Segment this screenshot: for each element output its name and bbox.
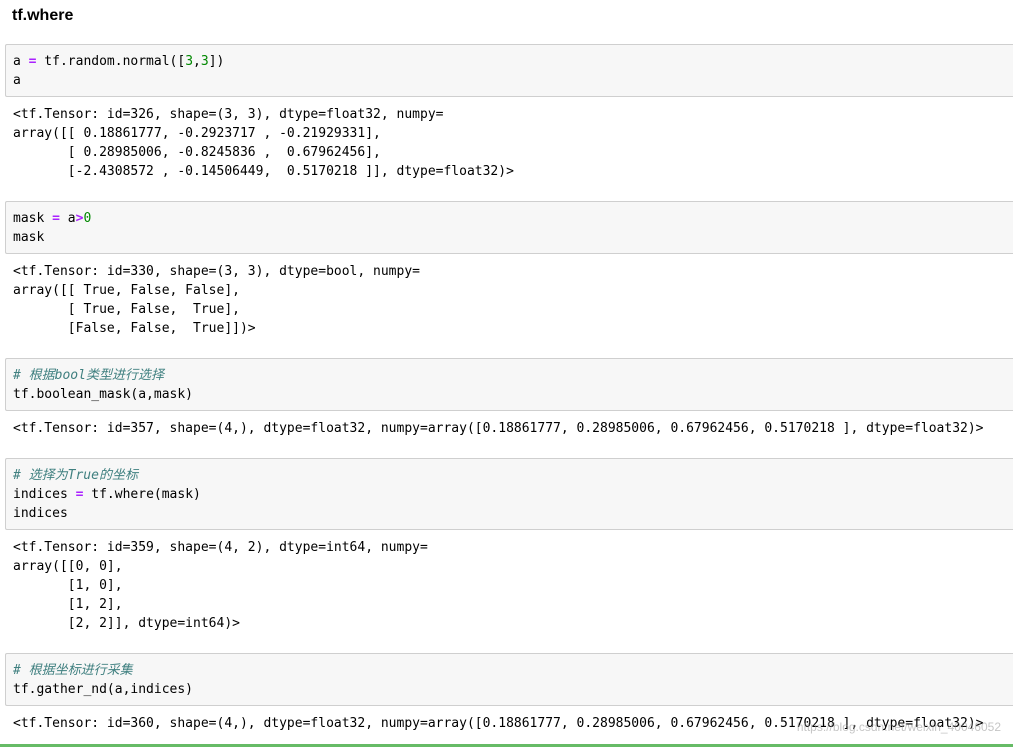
output-line: array([[ 0.18861777, -0.2923717 , -0.219… <box>13 126 381 141</box>
output-line: [-2.4308572 , -0.14506449, 0.5170218 ]],… <box>13 164 514 179</box>
output-line: [2, 2]], dtype=int64)> <box>13 616 240 631</box>
code-token: 0 <box>83 211 92 226</box>
code-token: # 选择为True的坐标 <box>13 468 138 483</box>
output-line: [False, False, True]])> <box>13 321 256 336</box>
code-cell-input[interactable]: # 根据坐标进行采集 tf.gather_nd(a,indices) <box>5 653 1013 706</box>
code-token: 3 <box>200 54 209 69</box>
code-source[interactable]: a = tf.random.normal([3,3]) a <box>6 45 1013 90</box>
code-line: indices <box>13 504 1013 523</box>
code-token: tf.where(mask) <box>83 487 201 502</box>
cell-output: <tf.Tensor: id=326, shape=(3, 3), dtype=… <box>5 105 1013 185</box>
code-line: # 根据坐标进行采集 <box>13 661 1013 680</box>
output-line: [1, 2], <box>13 597 123 612</box>
code-token: tf.random.normal([ <box>36 54 186 69</box>
code-token: = <box>52 211 60 226</box>
output-line: <tf.Tensor: id=359, shape=(4, 2), dtype=… <box>13 540 428 555</box>
code-source[interactable]: # 根据坐标进行采集 tf.gather_nd(a,indices) <box>6 654 1013 699</box>
code-token: # 根据bool类型进行选择 <box>13 368 164 383</box>
code-source[interactable]: mask = a>0 mask <box>6 202 1013 247</box>
output-line: <tf.Tensor: id=357, shape=(4,), dtype=fl… <box>13 421 984 436</box>
cell-output: <tf.Tensor: id=359, shape=(4, 2), dtype=… <box>5 538 1013 636</box>
code-line: a = tf.random.normal([3,3]) <box>13 52 1013 71</box>
code-line: a <box>13 71 1013 90</box>
code-cell-input[interactable]: mask = a>0 mask <box>5 201 1013 254</box>
code-line: tf.boolean_mask(a,mask) <box>13 385 1013 404</box>
code-token: a <box>13 73 21 88</box>
cell-output: <tf.Tensor: id=357, shape=(4,), dtype=fl… <box>5 419 1013 441</box>
code-line: tf.gather_nd(a,indices) <box>13 680 1013 699</box>
code-token: indices <box>13 506 68 521</box>
output-text: <tf.Tensor: id=357, shape=(4,), dtype=fl… <box>5 419 1013 438</box>
cell-output: <tf.Tensor: id=330, shape=(3, 3), dtype=… <box>5 262 1013 342</box>
code-cell-input[interactable]: a = tf.random.normal([3,3]) a <box>5 44 1013 97</box>
output-line: <tf.Tensor: id=330, shape=(3, 3), dtype=… <box>13 264 420 279</box>
code-source[interactable]: # 选择为True的坐标 indices = tf.where(mask) indi… <box>6 459 1013 523</box>
code-token: tf.gather_nd(a,indices) <box>13 682 194 697</box>
notebook-heading: tf.where <box>12 7 74 24</box>
output-line: [ 0.28985006, -0.8245836 , 0.67962456], <box>13 145 381 160</box>
code-token: tf.boolean_mask(a,mask) <box>13 387 194 402</box>
output-line: <tf.Tensor: id=326, shape=(3, 3), dtype=… <box>13 107 444 122</box>
output-text: <tf.Tensor: id=326, shape=(3, 3), dtype=… <box>5 105 1013 181</box>
output-line: array([[ True, False, False], <box>13 283 240 298</box>
code-token: # 根据坐标进行采集 <box>13 663 133 678</box>
code-line: indices = tf.where(mask) <box>13 485 1013 504</box>
output-line: [ True, False, True], <box>13 302 240 317</box>
code-token: , <box>193 54 201 69</box>
code-token: a <box>13 54 29 69</box>
code-line: mask = a>0 <box>13 209 1013 228</box>
output-text: <tf.Tensor: id=330, shape=(3, 3), dtype=… <box>5 262 1013 338</box>
code-cell-input[interactable]: # 根据bool类型进行选择 tf.boolean_mask(a,mask) <box>5 358 1013 411</box>
code-token: ]) <box>208 54 225 69</box>
watermark: https://blog.csdn.net/weixin_40046052 <box>796 720 1001 734</box>
output-line: [1, 0], <box>13 578 123 593</box>
output-line: array([[0, 0], <box>13 559 123 574</box>
code-line: # 根据bool类型进行选择 <box>13 366 1013 385</box>
code-token: mask <box>13 230 45 245</box>
code-cell-input[interactable]: # 选择为True的坐标 indices = tf.where(mask) indi… <box>5 458 1013 530</box>
code-line: mask <box>13 228 1013 247</box>
code-token: 3 <box>185 54 194 69</box>
code-source[interactable]: # 根据bool类型进行选择 tf.boolean_mask(a,mask) <box>6 359 1013 404</box>
code-token: a <box>59 211 76 226</box>
code-token: indices <box>13 487 76 502</box>
code-line: # 选择为True的坐标 <box>13 466 1013 485</box>
code-token: mask <box>13 211 53 226</box>
output-text: <tf.Tensor: id=359, shape=(4, 2), dtype=… <box>5 538 1013 633</box>
